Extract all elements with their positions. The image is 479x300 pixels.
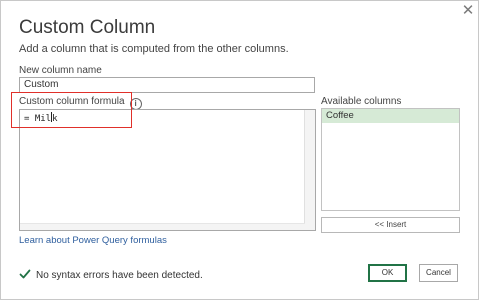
custom-column-formula-label: Custom column formula — [19, 96, 125, 107]
formula-value: = Mil — [24, 114, 52, 124]
new-column-name-label: New column name — [19, 65, 102, 76]
formula-text[interactable]: = Milk — [24, 112, 58, 124]
custom-column-dialog: ✕ Custom Column Add a column that is com… — [0, 0, 479, 300]
insert-button[interactable]: << Insert — [321, 217, 460, 233]
formula-label-row: Custom column formula i — [19, 96, 142, 110]
dialog-title: Custom Column — [19, 17, 156, 38]
available-column-item[interactable]: Coffee — [322, 109, 459, 123]
available-columns-label: Available columns — [321, 96, 402, 107]
close-icon[interactable]: ✕ — [460, 3, 476, 19]
available-columns-list[interactable]: Coffee — [321, 108, 460, 211]
learn-power-query-link[interactable]: Learn about Power Query formulas — [19, 235, 167, 246]
check-icon — [19, 269, 31, 279]
formula-value-suffix: k — [52, 114, 58, 124]
cancel-button[interactable]: Cancel — [419, 264, 458, 282]
syntax-status-text: No syntax errors have been detected. — [36, 270, 203, 281]
new-column-name-input[interactable]: Custom — [19, 77, 315, 93]
dialog-subtitle: Add a column that is computed from the o… — [19, 43, 289, 55]
formula-editor[interactable]: = Milk — [19, 109, 316, 231]
horizontal-scrollbar[interactable] — [20, 223, 305, 230]
vertical-scrollbar[interactable] — [304, 110, 315, 230]
ok-button[interactable]: OK — [368, 264, 407, 282]
syntax-status: No syntax errors have been detected. — [19, 268, 203, 281]
